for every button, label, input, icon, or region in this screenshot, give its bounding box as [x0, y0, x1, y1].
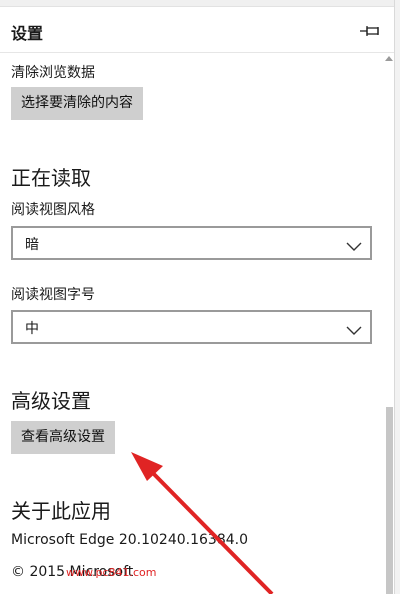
settings-panel: 设置 清除浏览数据 选择要清除的内容 正在读取 阅读视图风格 暗 阅读视图字号 …	[0, 0, 395, 594]
scrollbar-thumb[interactable]	[386, 407, 393, 594]
pin-icon[interactable]	[359, 23, 381, 37]
advanced-settings-title: 高级设置	[11, 389, 91, 413]
reading-view-font-size-value: 中	[25, 321, 39, 337]
page-title: 设置	[11, 24, 44, 43]
choose-what-to-clear-button[interactable]: 选择要清除的内容	[11, 87, 143, 120]
about-app-title: 关于此应用	[11, 499, 111, 523]
scroll-up-arrow-icon[interactable]	[383, 53, 394, 65]
vertical-scrollbar[interactable]	[383, 53, 394, 594]
watermark-text: www.pc841.com	[66, 566, 157, 579]
reading-section-title: 正在读取	[11, 166, 91, 190]
reading-view-style-label: 阅读视图风格	[11, 202, 95, 218]
reading-view-font-size-label: 阅读视图字号	[11, 287, 95, 303]
reading-view-font-size-select[interactable]: 中	[11, 310, 372, 344]
chevron-down-icon	[346, 237, 362, 256]
app-version: Microsoft Edge 20.10240.16384.0	[11, 532, 248, 548]
reading-view-style-select[interactable]: 暗	[11, 226, 372, 260]
clear-browsing-data-label: 清除浏览数据	[11, 65, 95, 81]
chevron-down-icon	[346, 321, 362, 340]
reading-view-style-value: 暗	[25, 237, 39, 253]
view-advanced-settings-button[interactable]: 查看高级设置	[11, 421, 115, 454]
settings-header: 设置	[0, 6, 394, 53]
